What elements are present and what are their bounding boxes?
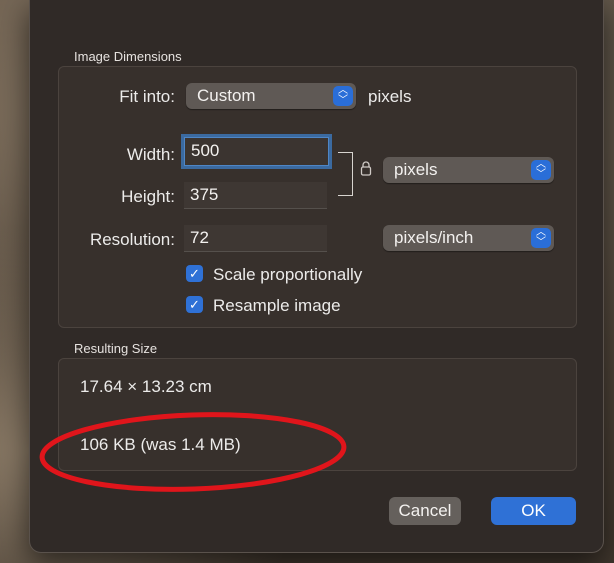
width-label: Width: (126, 145, 175, 164)
scale-proportionally-label[interactable]: Scale proportionally (213, 265, 362, 285)
ok-button[interactable]: OK (491, 497, 576, 525)
fit-into-unit-label: pixels (368, 87, 412, 106)
size-unit-popup[interactable]: pixels ︿ ﹀ (383, 157, 554, 183)
width-field[interactable]: 500 (184, 137, 329, 166)
lock-icon[interactable] (360, 161, 372, 179)
height-value: 375 (190, 185, 219, 204)
resolution-value: 72 (190, 228, 209, 247)
height-label: Height: (121, 187, 175, 206)
result-filesize: 106 KB (was 1.4 MB) (80, 435, 241, 454)
fit-into-label: Fit into: (119, 87, 175, 106)
checkmark-icon: ✓ (189, 266, 200, 281)
resolution-unit-popup[interactable]: pixels/inch ︿ ﹀ (383, 225, 554, 251)
proportion-link-bracket (338, 152, 353, 196)
fit-into-popup[interactable]: Custom ︿ ﹀ (186, 83, 356, 109)
result-dimensions: 17.64 × 13.23 cm (80, 377, 212, 396)
chevron-updown-icon: ︿ ﹀ (531, 160, 551, 180)
resample-image-label[interactable]: Resample image (213, 296, 341, 316)
chevron-updown-icon: ︿ ﹀ (531, 228, 551, 248)
resample-image-checkbox[interactable]: ✓ (186, 296, 203, 313)
resolution-label: Resolution: (89, 230, 175, 249)
fit-into-value: Custom (197, 86, 256, 105)
checkmark-icon: ✓ (189, 297, 200, 312)
size-unit-value: pixels (394, 160, 438, 179)
resolution-unit-value: pixels/inch (394, 228, 474, 247)
resulting-size-title: Resulting Size (74, 341, 158, 356)
height-field[interactable]: 375 (184, 182, 327, 209)
scale-proportionally-checkbox[interactable]: ✓ (186, 265, 203, 282)
image-size-dialog: Image Dimensions Fit into: Custom ︿ ﹀ pix… (29, 0, 604, 553)
chevron-updown-icon: ︿ ﹀ (333, 86, 353, 106)
width-value: 500 (191, 141, 220, 160)
image-dimensions-title: Image Dimensions (74, 49, 182, 64)
resolution-field[interactable]: 72 (184, 225, 327, 252)
cancel-button[interactable]: Cancel (389, 497, 461, 525)
